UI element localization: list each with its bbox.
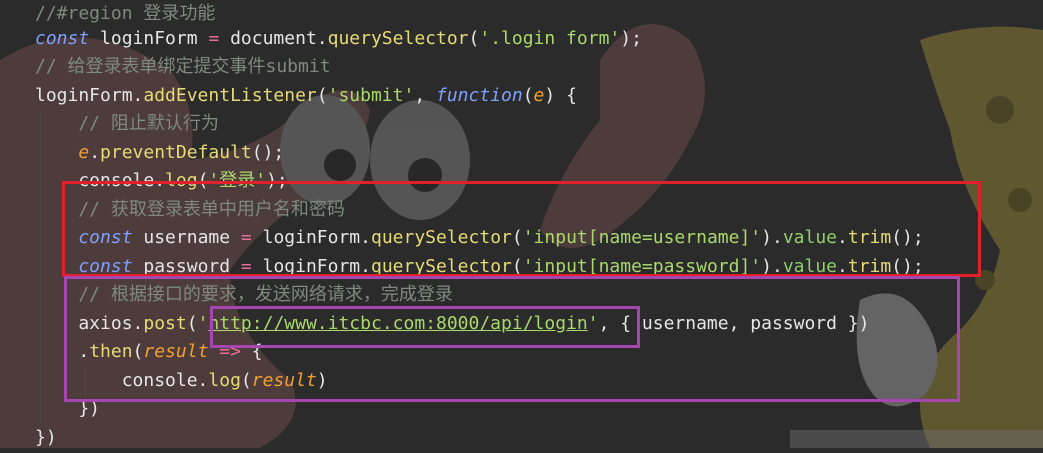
code-token: document. — [219, 28, 328, 49]
code-token: (); — [251, 142, 285, 163]
code-token: querySelector — [327, 28, 469, 49]
code-token: , — [414, 85, 436, 106]
code-token: }) — [35, 427, 57, 448]
code-line[interactable]: }) — [35, 424, 57, 453]
code-line[interactable]: loginForm.addEventListener('submit', fun… — [35, 82, 577, 111]
code-token: 'submit' — [327, 85, 415, 106]
code-token: //#region 登录功能 — [35, 3, 216, 24]
code-token: // 给登录表单绑定提交事件submit — [35, 56, 331, 77]
code-token: e — [35, 142, 90, 163]
code-token: const — [35, 28, 90, 49]
code-line[interactable]: const loginForm = document.querySelector… — [35, 25, 642, 54]
code-token: ); — [620, 28, 642, 49]
code-token: ( — [522, 85, 534, 106]
code-token: . — [89, 142, 101, 163]
code-token: = — [208, 28, 220, 49]
red-highlight-box — [62, 181, 981, 277]
code-token: e — [533, 85, 545, 106]
code-token: // 阻止默认行为 — [35, 113, 219, 134]
code-token: function — [436, 85, 523, 106]
code-line[interactable]: // 阻止默认行为 — [35, 110, 219, 139]
code-token: preventDefault — [100, 142, 252, 163]
code-token: addEventListener — [143, 85, 317, 106]
code-token: ( — [316, 85, 328, 106]
code-line[interactable]: e.preventDefault(); — [35, 139, 284, 168]
purple-url-highlight-box — [210, 306, 640, 348]
code-token: ( — [468, 28, 480, 49]
code-line[interactable]: // 给登录表单绑定提交事件submit — [35, 53, 331, 82]
code-token: ) { — [544, 85, 577, 106]
code-token: loginForm — [89, 28, 209, 49]
code-token: '.login form' — [479, 28, 621, 49]
code-token: loginForm. — [35, 85, 144, 106]
